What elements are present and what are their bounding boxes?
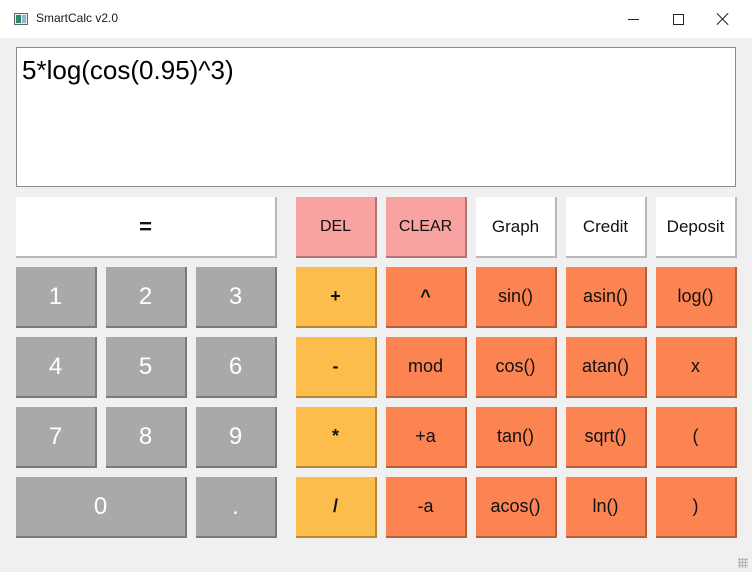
tan-button[interactable]: tan() xyxy=(476,407,557,468)
title-bar[interactable]: SmartCalc v2.0 xyxy=(0,0,752,38)
digit-1-button[interactable]: 1 xyxy=(16,267,97,328)
close-icon xyxy=(717,13,729,25)
mod-button[interactable]: mod xyxy=(386,337,467,398)
digit-2-button[interactable]: 2 xyxy=(106,267,187,328)
right-paren-button[interactable]: ) xyxy=(656,477,737,538)
left-paren-button[interactable]: ( xyxy=(656,407,737,468)
calculator-window: SmartCalc v2.0 5*log(cos(0.95)^3) = DEL … xyxy=(0,0,752,572)
close-button[interactable] xyxy=(700,0,746,38)
deposit-button[interactable]: Deposit xyxy=(656,197,737,258)
graph-button[interactable]: Graph xyxy=(476,197,557,258)
minus-button[interactable]: - xyxy=(296,337,377,398)
digit-8-button[interactable]: 8 xyxy=(106,407,187,468)
cos-button[interactable]: cos() xyxy=(476,337,557,398)
sin-button[interactable]: sin() xyxy=(476,267,557,328)
app-icon xyxy=(14,13,28,25)
ln-button[interactable]: ln() xyxy=(566,477,647,538)
x-variable-button[interactable]: x xyxy=(656,337,737,398)
minimize-button[interactable] xyxy=(610,0,656,38)
window-title: SmartCalc v2.0 xyxy=(36,11,119,25)
digit-0-button[interactable]: 0 xyxy=(16,477,187,538)
digit-7-button[interactable]: 7 xyxy=(16,407,97,468)
digit-9-button[interactable]: 9 xyxy=(196,407,277,468)
sqrt-button[interactable]: sqrt() xyxy=(566,407,647,468)
atan-button[interactable]: atan() xyxy=(566,337,647,398)
plus-button[interactable]: + xyxy=(296,267,377,328)
asin-button[interactable]: asin() xyxy=(566,267,647,328)
multiply-button[interactable]: * xyxy=(296,407,377,468)
power-button[interactable]: ^ xyxy=(386,267,467,328)
digit-6-button[interactable]: 6 xyxy=(196,337,277,398)
log-button[interactable]: log() xyxy=(656,267,737,328)
unary-minus-button[interactable]: -a xyxy=(386,477,467,538)
divide-button[interactable]: / xyxy=(296,477,377,538)
decimal-point-button[interactable]: . xyxy=(196,477,277,538)
equals-button[interactable]: = xyxy=(16,197,277,258)
resize-grip-icon[interactable] xyxy=(738,558,748,568)
maximize-icon xyxy=(672,13,684,25)
digit-3-button[interactable]: 3 xyxy=(196,267,277,328)
acos-button[interactable]: acos() xyxy=(476,477,557,538)
del-button[interactable]: DEL xyxy=(296,197,377,258)
clear-button[interactable]: CLEAR xyxy=(386,197,467,258)
digit-4-button[interactable]: 4 xyxy=(16,337,97,398)
credit-button[interactable]: Credit xyxy=(566,197,647,258)
maximize-button[interactable] xyxy=(655,0,701,38)
minimize-icon xyxy=(627,18,639,20)
expression-display[interactable]: 5*log(cos(0.95)^3) xyxy=(16,47,736,187)
expression-text: 5*log(cos(0.95)^3) xyxy=(22,55,234,85)
unary-plus-button[interactable]: +a xyxy=(386,407,467,468)
digit-5-button[interactable]: 5 xyxy=(106,337,187,398)
